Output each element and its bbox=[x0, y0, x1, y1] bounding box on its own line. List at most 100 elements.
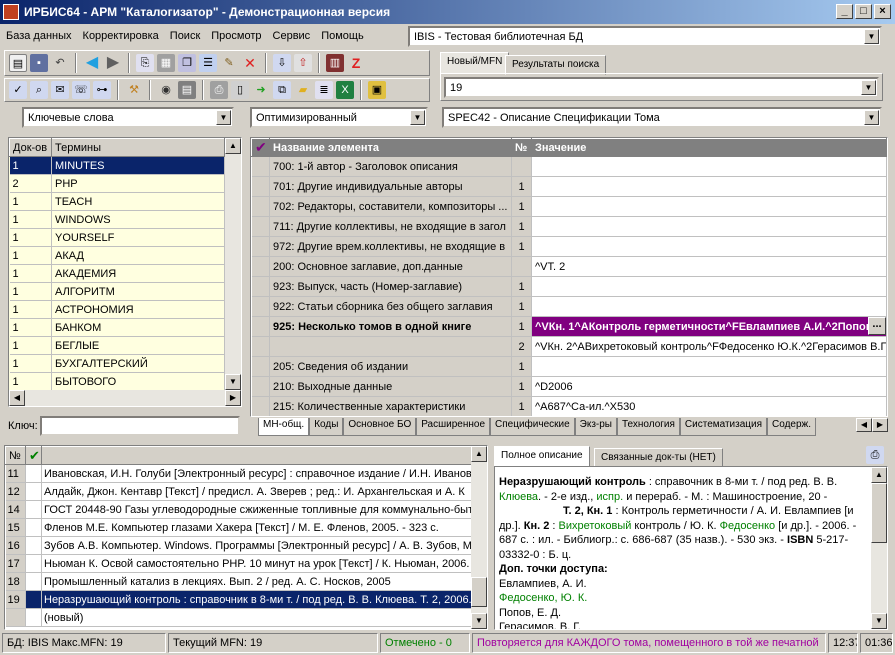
field-value[interactable]: ^A687^Са-ил.^X530 bbox=[531, 396, 887, 416]
field-row-marker[interactable] bbox=[251, 236, 270, 257]
field-row[interactable]: 2 ^VКн. 2^AВихретоковый контроль^FФедосен… bbox=[251, 336, 887, 357]
field-row[interactable]: 972: Другие врем.коллективы, не входящие… bbox=[251, 236, 887, 257]
term-row[interactable]: 1 АЛГОРИТМ bbox=[9, 282, 225, 301]
field-row[interactable]: 701: Другие индивидуальные авторы 1 bbox=[251, 176, 887, 197]
field-row-marker[interactable] bbox=[251, 396, 270, 416]
field-row-marker[interactable] bbox=[251, 276, 270, 297]
chevron-left-icon[interactable]: ◀ bbox=[856, 418, 872, 432]
records-scrollbar[interactable]: ▲ ▼ bbox=[471, 446, 487, 629]
field-tab[interactable]: Специфические bbox=[490, 418, 575, 436]
records-header-num[interactable]: № bbox=[5, 446, 26, 465]
field-row[interactable]: 700: 1-й автор - Заголовок описания bbox=[251, 156, 887, 177]
menu-help[interactable]: Помощь bbox=[321, 30, 364, 42]
field-value[interactable] bbox=[531, 216, 887, 237]
term-row[interactable]: 1 MINUTES bbox=[9, 156, 225, 175]
field-row-marker[interactable] bbox=[251, 376, 270, 397]
field-tab[interactable]: МН-общ. bbox=[258, 418, 310, 436]
field-value[interactable]: ^VКн. 1^AКонтроль герметичности^FЕвлампи… bbox=[531, 316, 887, 337]
record-check[interactable] bbox=[25, 482, 42, 501]
chevron-down-icon[interactable]: ▼ bbox=[861, 80, 876, 95]
grid-icon[interactable]: ▦ bbox=[157, 54, 175, 72]
records-header-check[interactable]: ✔ bbox=[25, 446, 42, 465]
record-row[interactable]: 14 ГОСТ 20448-90 Газы углеводородные сжиж… bbox=[5, 500, 473, 519]
edit-value-button[interactable]: ... bbox=[868, 317, 886, 335]
record-row[interactable]: 18 Промышленный катализ в лекциях. Вып. 2… bbox=[5, 572, 473, 591]
terms-hscroll[interactable]: ◀ ▶ bbox=[9, 390, 241, 406]
record-check[interactable] bbox=[25, 464, 42, 483]
field-row[interactable]: 210: Выходные данные 1 ^D2006 bbox=[251, 376, 887, 397]
key-input[interactable] bbox=[40, 416, 240, 436]
term-row[interactable]: 1 БАНКОМ bbox=[9, 318, 225, 337]
copy-record-icon[interactable]: ⎘ bbox=[136, 54, 154, 72]
save-icon[interactable]: ▪ bbox=[30, 54, 48, 72]
close-button[interactable]: × bbox=[874, 4, 891, 19]
menu-search[interactable]: Поиск bbox=[170, 30, 200, 42]
tab-search-results[interactable]: Результаты поиска bbox=[505, 55, 607, 75]
check-icon[interactable]: ✓ bbox=[9, 81, 27, 99]
record-row[interactable]: 15 Фленов М.Е. Компьютер глазами Хакера [… bbox=[5, 518, 473, 537]
record-row[interactable]: 17 Ньюман К. Освой самостоятельно PHP. 10… bbox=[5, 554, 473, 573]
field-value[interactable] bbox=[531, 276, 887, 297]
desc-access-point[interactable]: Федосенко, Ю. К. bbox=[499, 591, 865, 606]
excel-icon[interactable]: X bbox=[336, 81, 354, 99]
optimize-select[interactable]: Оптимизированный ▼ bbox=[250, 107, 428, 128]
mfn-input[interactable]: 19 ▼ bbox=[444, 77, 879, 98]
record-check[interactable] bbox=[25, 554, 42, 573]
search-doc-icon[interactable]: ⌕ bbox=[30, 81, 48, 99]
field-row[interactable]: 711: Другие коллективы, не входящие в за… bbox=[251, 216, 887, 237]
term-row[interactable]: 1 БЕГЛЫЕ bbox=[9, 336, 225, 355]
fields-header-num[interactable]: № bbox=[511, 138, 532, 157]
desc-link[interactable]: Федосенко bbox=[720, 520, 776, 532]
undo-icon[interactable]: ↶ bbox=[51, 54, 69, 72]
chevron-down-icon[interactable]: ▼ bbox=[864, 29, 879, 44]
worksheet-select[interactable]: SPEC42 - Описание Спецификации Тома ▼ bbox=[442, 107, 882, 128]
page-icon[interactable]: ▯ bbox=[231, 81, 249, 99]
minimize-button[interactable]: _ bbox=[836, 4, 853, 19]
record-row[interactable]: 16 Зубов А.В. Компьютер. Windows. Програм… bbox=[5, 536, 473, 555]
arrow-right-icon[interactable]: ▶ bbox=[104, 54, 122, 72]
list-icon[interactable]: ☰ bbox=[199, 54, 217, 72]
field-row[interactable]: 925: Несколько томов в одной книге 1 ^VКн.… bbox=[251, 316, 887, 337]
field-row-marker[interactable] bbox=[251, 336, 270, 357]
term-row[interactable]: 1 WINDOWS bbox=[9, 210, 225, 229]
field-value[interactable] bbox=[531, 196, 887, 217]
tab-full-description[interactable]: Полное описание bbox=[494, 446, 590, 466]
tree-icon[interactable]: ⊶ bbox=[93, 81, 111, 99]
record-row[interactable]: 11 Ивановская, И.Н. Голуби [Электронный р… bbox=[5, 464, 473, 483]
field-tab[interactable]: Систематизация bbox=[679, 418, 768, 436]
copy-icon[interactable]: ⧉ bbox=[273, 81, 291, 99]
catalog-icon[interactable]: ▣ bbox=[368, 81, 386, 99]
print-description-icon[interactable]: ⎙ bbox=[866, 446, 884, 464]
delete-icon[interactable]: ✕ bbox=[241, 54, 259, 72]
record-row[interactable]: 12 Алдайк, Джон. Кентавр [Текст] / предис… bbox=[5, 482, 473, 501]
chevron-down-icon[interactable]: ▼ bbox=[410, 110, 425, 125]
field-row[interactable]: 215: Количественные характеристики 1 ^A687… bbox=[251, 396, 887, 416]
print-icon[interactable]: ⎙ bbox=[210, 81, 228, 99]
field-row-marker[interactable] bbox=[251, 356, 270, 377]
export-icon[interactable]: ⇧ bbox=[294, 54, 312, 72]
field-tab[interactable]: Основное БО bbox=[343, 418, 417, 436]
maximize-button[interactable]: □ bbox=[855, 4, 872, 19]
mark-column-header[interactable]: ✔ bbox=[251, 138, 270, 157]
record-row[interactable]: (новый) bbox=[5, 608, 473, 627]
field-tab[interactable]: Расширенное bbox=[416, 418, 491, 436]
field-row-marker[interactable] bbox=[251, 256, 270, 277]
terms-header-term[interactable]: Термины bbox=[51, 138, 225, 157]
field-tab[interactable]: Экз-ры bbox=[574, 418, 617, 436]
view-icon[interactable]: ◉ bbox=[157, 81, 175, 99]
menu-view[interactable]: Просмотр bbox=[211, 30, 261, 42]
report-icon[interactable]: ≣ bbox=[315, 81, 333, 99]
record-row[interactable]: 19 Неразрушающий контроль : справочник в … bbox=[5, 590, 473, 609]
field-value[interactable] bbox=[531, 296, 887, 317]
term-row[interactable]: 1 БУХГАЛТЕРСКИЙ bbox=[9, 354, 225, 373]
field-row[interactable]: 702: Редакторы, составители, композиторы… bbox=[251, 196, 887, 217]
menu-correction[interactable]: Корректировка bbox=[83, 30, 159, 42]
forward-doc-icon[interactable]: ➜ bbox=[252, 81, 270, 99]
records-header-title[interactable] bbox=[41, 446, 473, 465]
tab-new-mfn[interactable]: Новый/MFN bbox=[440, 52, 510, 74]
field-row[interactable]: 200: Основное заглавие, доп.данные ^VT. 2 bbox=[251, 256, 887, 277]
field-value[interactable] bbox=[531, 176, 887, 197]
import-icon[interactable]: ⇩ bbox=[273, 54, 291, 72]
field-tab[interactable]: Содерж. bbox=[767, 418, 817, 436]
term-row[interactable]: 1 АКАДЕМИЯ bbox=[9, 264, 225, 283]
